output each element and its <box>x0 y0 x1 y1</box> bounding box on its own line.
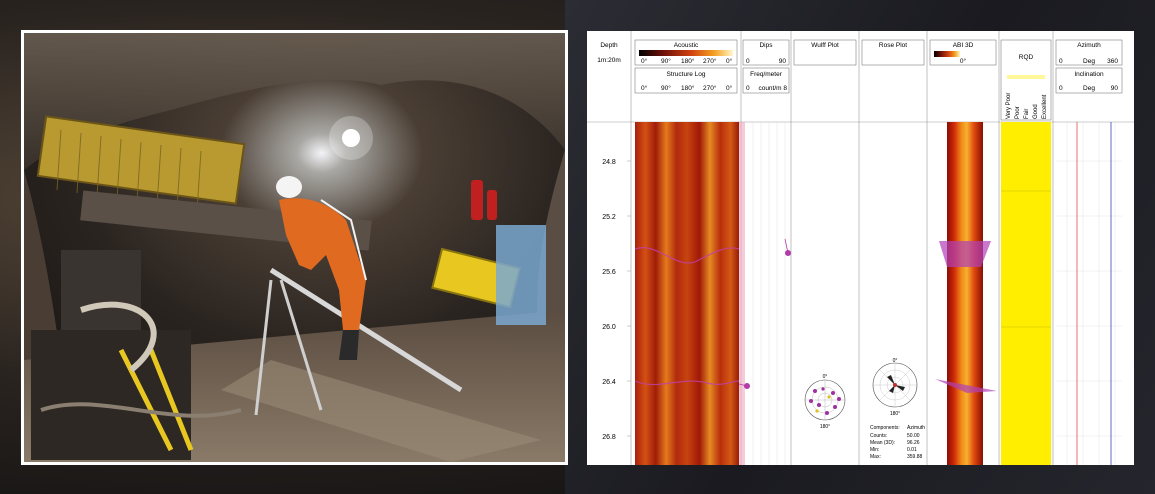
wulff-header: Wulff Plot <box>811 42 839 49</box>
svg-text:Excellent: Excellent <box>1042 94 1048 119</box>
svg-text:180°: 180° <box>820 424 830 430</box>
rqd-classes: Very Poor Poor Fair Good Excellent <box>1006 93 1048 119</box>
borehole-log: Depth 1m:20m Acoustic 0° 90° 180° 270° 0… <box>587 31 1134 465</box>
abi3d-track <box>947 122 983 465</box>
svg-text:90°: 90° <box>661 57 671 65</box>
svg-text:180°: 180° <box>890 411 900 417</box>
svg-text:90°: 90° <box>661 84 671 92</box>
az-max: 360 <box>1107 58 1118 65</box>
depth-labels: 24.8 25.2 25.6 26.0 26.4 26.8 <box>602 159 616 441</box>
wulff-plot: 0° 180° <box>804 374 846 430</box>
svg-text:Fair: Fair <box>1024 109 1030 119</box>
rqd-track <box>1001 122 1051 465</box>
svg-text:Components:: Components: <box>870 425 900 431</box>
svg-text:359.88: 359.88 <box>907 454 923 460</box>
svg-text:96.26: 96.26 <box>907 440 920 446</box>
svg-text:0°: 0° <box>726 57 733 65</box>
depth-label: 24.8 <box>602 159 616 166</box>
svg-text:Max:: Max: <box>870 454 881 460</box>
dips-min: 0 <box>746 58 750 65</box>
svg-text:Min:: Min: <box>870 447 879 453</box>
svg-text:Mean (3D):: Mean (3D): <box>870 440 895 446</box>
svg-text:Good: Good <box>1033 104 1039 119</box>
acoustic-color-scale <box>639 50 733 56</box>
freq-max: count/m 8 <box>758 85 787 92</box>
depth-label: 26.8 <box>602 434 616 441</box>
inc-min: 0 <box>1059 85 1063 92</box>
rose-plot: 0° 180° <box>872 358 918 417</box>
svg-text:180°: 180° <box>681 84 695 92</box>
az-unit: Deg <box>1083 58 1095 65</box>
abi3d-tick: 0° <box>960 57 967 65</box>
abi3d-header: ABI 3D <box>953 42 974 49</box>
depth-label: 25.6 <box>602 269 616 276</box>
structure-ticks: 0° 90° 180° 270° 0° <box>641 84 733 92</box>
inc-max: 90 <box>1111 85 1119 92</box>
azimuth-header: Azimuth <box>1077 42 1101 49</box>
acoustic-track <box>635 122 739 465</box>
rose-header: Rose Plot <box>879 42 907 49</box>
svg-text:Very Poor: Very Poor <box>1006 93 1012 119</box>
svg-text:0.01: 0.01 <box>907 447 917 453</box>
rqd-header: RQD <box>1019 54 1034 61</box>
svg-text:0°: 0° <box>726 84 733 92</box>
abi3d-color-scale <box>934 51 960 57</box>
freq-min: 0 <box>746 85 750 92</box>
svg-text:Poor: Poor <box>1015 106 1021 119</box>
svg-text:180°: 180° <box>681 57 695 65</box>
inclination-header: Inclination <box>1074 71 1104 78</box>
dips-max: 90 <box>779 58 787 65</box>
svg-text:Azimuth: Azimuth <box>907 425 925 431</box>
mine-photo <box>21 30 568 465</box>
depth-label: 26.4 <box>602 379 616 386</box>
svg-text:270°: 270° <box>703 84 717 92</box>
depth-header: Depth <box>600 42 618 49</box>
svg-text:0°: 0° <box>641 84 648 92</box>
depth-label: 26.0 <box>602 324 616 331</box>
depth-label: 25.2 <box>602 214 616 221</box>
freq-header: Freq/meter <box>750 71 783 78</box>
structure-log-header: Structure Log <box>666 71 705 78</box>
svg-text:0°: 0° <box>823 374 828 380</box>
dips-header: Dips <box>759 42 773 49</box>
inc-unit: Deg <box>1083 85 1095 92</box>
svg-text:0°: 0° <box>641 57 648 65</box>
acoustic-header: Acoustic <box>674 42 699 49</box>
svg-text:Counts:: Counts: <box>870 433 887 439</box>
svg-text:50.00: 50.00 <box>907 433 920 439</box>
svg-text:270°: 270° <box>703 57 717 65</box>
depth-scale: 1m:20m <box>597 57 620 64</box>
acoustic-ticks: 0° 90° 180° 270° 0° <box>641 57 733 65</box>
dip-marker <box>785 250 791 256</box>
dip-marker <box>744 383 750 389</box>
az-min: 0 <box>1059 58 1063 65</box>
rose-stats: Components: Azimuth Counts: 50.00 Mean (… <box>870 425 925 460</box>
